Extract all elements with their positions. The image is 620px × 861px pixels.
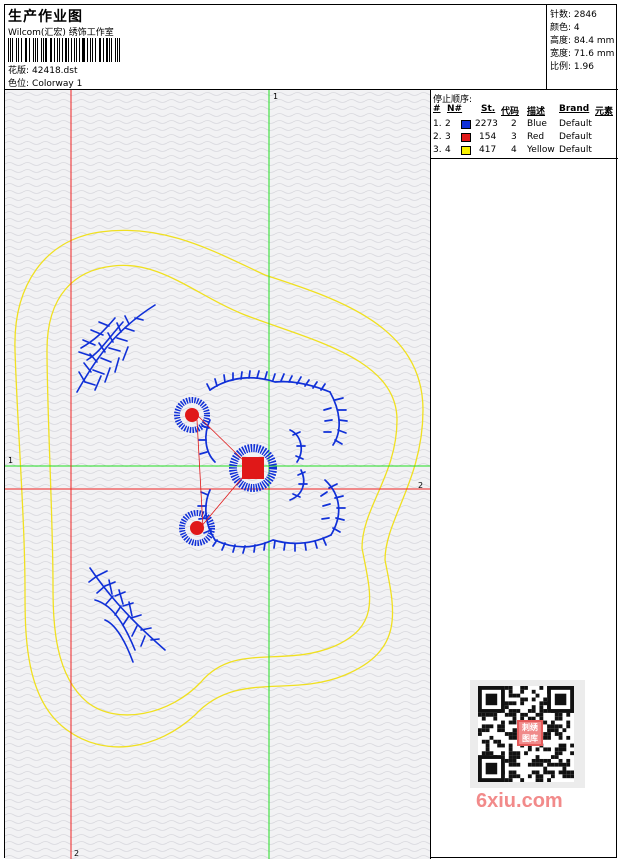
sheet-title: 生产作业图 xyxy=(8,9,83,25)
barcode-bar xyxy=(65,38,67,62)
stat-stitches: 针数: 2846 xyxy=(550,10,597,20)
col-description: 描述 xyxy=(527,107,546,117)
color-swatch-blue xyxy=(461,120,471,129)
design-file-value: 42418.dst xyxy=(32,66,78,76)
header-info: 生产作业图 Wilcom(汇宏) 绣饰工作室 花版: 42418.dst 色位: C… xyxy=(5,5,547,89)
colorway-label: 色位: xyxy=(8,79,30,89)
barcode-bar xyxy=(83,38,85,62)
panel-divider xyxy=(431,158,618,159)
stat-scale: 比例: 1.96 xyxy=(550,62,594,72)
barcode-bar xyxy=(32,38,34,62)
colorway-line: 色位: Colorway 1 xyxy=(8,76,82,89)
colorway-value: Colorway 1 xyxy=(32,79,83,89)
marker-left-green: 1 xyxy=(8,456,13,465)
color-swatch-yellow xyxy=(461,146,471,155)
barcode-bar xyxy=(119,38,121,62)
col-stitches: St. xyxy=(481,104,496,114)
stat-width: 宽度: 71.6 mm xyxy=(550,49,615,59)
stop-row: 2. 3 154 3 Red Default xyxy=(433,132,592,142)
barcode-bar xyxy=(90,38,92,62)
barcode-bar xyxy=(92,38,94,62)
col-element: 元素 xyxy=(595,107,614,117)
col-code: 代码 xyxy=(501,107,520,117)
company-name: Wilcom(汇宏) 绣饰工作室 xyxy=(8,28,114,38)
design-file-label: 花版: xyxy=(8,66,30,76)
fabric-texture xyxy=(5,90,430,859)
marker-bottom-red: 2 xyxy=(74,849,79,858)
barcode-bar xyxy=(106,38,108,62)
barcode-bar xyxy=(28,38,30,62)
stat-colors: 颜色: 4 xyxy=(550,23,580,33)
qr-code-watermark: 刺绣图库 xyxy=(470,680,585,788)
barcode-bar xyxy=(45,38,47,62)
color-swatch-red xyxy=(461,133,471,142)
seal-stamp: 刺绣图库 xyxy=(517,720,543,746)
stat-height: 高度: 84.4 mm xyxy=(550,36,615,46)
marker-right-red: 2 xyxy=(418,481,423,490)
barcode-bar xyxy=(114,38,116,62)
barcode-bar xyxy=(20,38,22,62)
design-file-line: 花版: 42418.dst xyxy=(8,63,77,76)
barcode xyxy=(8,38,123,62)
barcode-bar xyxy=(58,38,60,62)
stop-sequence-header: # N# St. 代码 描述 Brand 元素 xyxy=(431,104,618,117)
barcode-bar xyxy=(8,38,9,62)
stop-row: 3. 4 417 4 Yellow Default xyxy=(433,145,592,155)
design-stats: 针数: 2846 颜色: 4 高度: 84.4 mm 宽度: 71.6 mm 比… xyxy=(547,5,618,89)
col-needle: N# xyxy=(447,104,463,114)
design-canvas[interactable]: 1 1 2 2 xyxy=(5,90,431,859)
barcode-bar xyxy=(40,38,42,62)
embroidery-preview: 1 1 2 2 xyxy=(5,90,430,859)
stop-row: 1. 2 2273 2 Blue Default xyxy=(433,119,592,129)
watermark-site: 6xiu.com xyxy=(476,790,563,812)
barcode-bar xyxy=(67,38,69,62)
col-brand: Brand xyxy=(559,104,590,114)
barcode-bar xyxy=(51,38,52,62)
barcode-bar xyxy=(75,38,77,62)
barcode-bar xyxy=(100,38,101,62)
col-hash: # xyxy=(433,104,441,114)
marker-top-green: 1 xyxy=(273,92,278,101)
barcode-bar xyxy=(15,38,18,62)
